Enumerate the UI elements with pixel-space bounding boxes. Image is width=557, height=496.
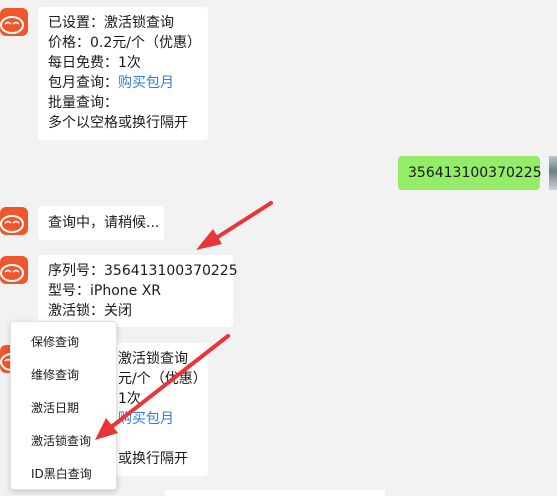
message-line: 多个以空格或换行隔开: [48, 115, 188, 131]
message-line: 包月查询：购买包月: [48, 73, 198, 93]
red-arrow-icon: [196, 201, 273, 250]
monthly-query-label: 包月查询：: [48, 75, 118, 91]
menu-item-repair-query[interactable]: 维修查询: [11, 359, 116, 392]
smiling-mascot-icon: [0, 16, 24, 34]
buy-monthly-link[interactable]: 购买包月: [118, 411, 174, 427]
menu-item-warranty-query[interactable]: 保修查询: [11, 326, 116, 359]
smiling-mascot-icon: [0, 264, 24, 282]
message-line: 激活锁查询: [118, 351, 188, 367]
message-line: 已设置：激活锁查询: [48, 15, 174, 31]
context-menu: 保修查询 维修查询 激活日期 激活锁查询 ID黑白查询: [10, 321, 117, 490]
bot-message-1: 已设置：激活锁查询 价格：0.2元/个（优惠） 每日免费：1次 包月查询：购买包…: [38, 7, 208, 140]
message-line: 或换行隔开: [118, 451, 188, 467]
user-message-text: 356413100370225: [408, 165, 542, 181]
menu-item-activation-lock-query[interactable]: 激活锁查询: [11, 425, 116, 458]
next-message-edge: [165, 490, 385, 496]
bot-message-2: 查询中，请稍候...: [38, 206, 164, 240]
message-line: 购买包月: [118, 409, 198, 429]
buy-monthly-link[interactable]: 购买包月: [118, 75, 174, 91]
menu-item-id-blacklist-query[interactable]: ID黑白查询: [11, 458, 116, 491]
smiling-mascot-icon: [0, 215, 24, 233]
serial-number-line: 序列号：356413100370225: [48, 263, 238, 279]
user-message: 356413100370225: [398, 156, 542, 190]
message-line: 1次: [118, 391, 141, 407]
message-line: 查询中，请稍候...: [48, 215, 160, 231]
message-line: 批量查询：: [48, 95, 118, 111]
menu-item-activation-date[interactable]: 激活日期: [11, 392, 116, 425]
bot-avatar[interactable]: [0, 207, 28, 235]
model-line: 型号：iPhone XR: [48, 283, 162, 299]
message-line: [118, 429, 198, 449]
bot-avatar[interactable]: [0, 8, 28, 36]
message-line: 价格：0.2元/个（优惠）: [48, 35, 201, 51]
message-line: 每日免费：1次: [48, 55, 141, 71]
activation-lock-line: 激活锁：关闭: [48, 303, 132, 319]
user-avatar[interactable]: [549, 156, 557, 190]
bot-message-3: 序列号：356413100370225 型号：iPhone XR 激活锁：关闭: [38, 255, 238, 327]
message-line: 元/个（优惠）: [118, 371, 207, 387]
bot-avatar[interactable]: [0, 256, 28, 284]
